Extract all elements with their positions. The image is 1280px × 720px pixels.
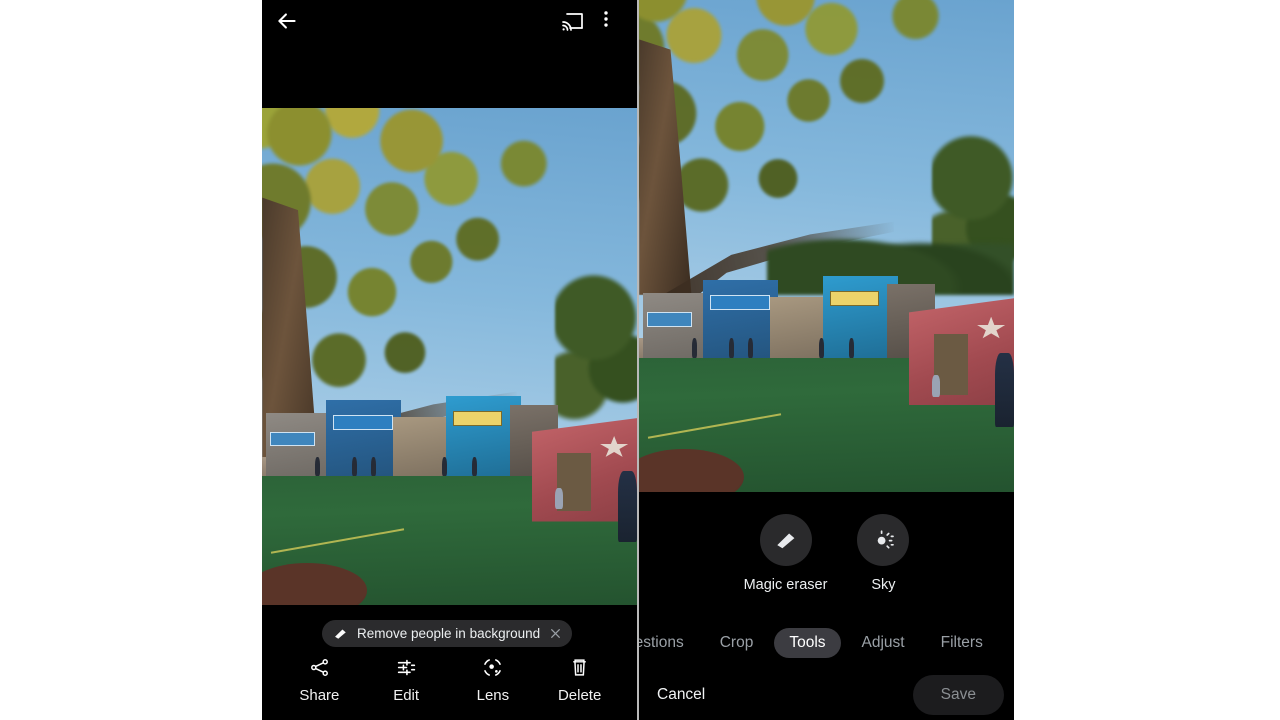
photo-sign-bank <box>333 415 394 430</box>
viewer-action-nav: Share Edit Lens Delete <box>262 657 637 720</box>
share-label: Share <box>299 687 340 704</box>
edit-sliders-icon <box>396 657 417 678</box>
editor-child <box>931 375 940 397</box>
lens-icon <box>482 657 503 678</box>
editor-tab-strip[interactable]: gestions Crop Tools Adjust Filters <box>639 626 1014 660</box>
share-button[interactable]: Share <box>283 657 355 704</box>
editor-sign-left <box>646 312 692 328</box>
photo-viewer-panel: Remove people in background Share Edit L… <box>262 0 637 720</box>
editor-person <box>729 338 735 358</box>
tool-sky-label: Sky <box>871 577 896 593</box>
editor-adult-right <box>995 353 1014 428</box>
cancel-button[interactable]: Cancel <box>657 680 705 710</box>
delete-label: Delete <box>557 687 602 704</box>
tab-adjust[interactable]: Adjust <box>847 628 920 658</box>
photo-person <box>472 456 478 476</box>
sky-icon[interactable] <box>857 514 910 566</box>
tool-sky[interactable]: Sky <box>857 514 910 593</box>
photo-playground-scene <box>262 396 637 605</box>
photo-editor-panel: Magic eraser Sky ges <box>639 0 1014 720</box>
magic-eraser-icon <box>333 626 348 641</box>
tool-magic-eraser-label: Magic eraser <box>743 577 828 593</box>
suggestion-chip-label: Remove people in background <box>357 626 541 641</box>
screenshot-canvas: Remove people in background Share Edit L… <box>0 0 1280 720</box>
trash-icon <box>569 657 590 678</box>
edit-label: Edit <box>393 687 420 704</box>
photo-child <box>554 488 563 509</box>
close-icon[interactable] <box>549 627 562 640</box>
lens-label: Lens <box>476 687 510 704</box>
suggestion-chip-remove-people[interactable]: Remove people in background <box>322 620 573 647</box>
viewer-bottom-bar: Remove people in background Share Edit L… <box>262 605 637 720</box>
photo-sign-left <box>269 431 315 447</box>
editor-building-blue-left <box>702 279 778 358</box>
editor-person <box>819 338 825 358</box>
editor-preview-image[interactable] <box>639 0 1014 492</box>
magic-eraser-icon[interactable] <box>759 514 812 566</box>
tab-suggestions[interactable]: gestions <box>639 628 699 658</box>
photo-image[interactable] <box>262 108 637 605</box>
editor-playground-scene <box>639 275 1014 492</box>
photo-sign-hotel <box>453 410 502 426</box>
editor-sign-hotel <box>830 290 879 306</box>
viewer-top-bar <box>262 0 637 108</box>
cast-icon[interactable] <box>561 9 585 33</box>
editor-star-decoration <box>977 316 1006 339</box>
editor-sign-bank <box>710 295 771 311</box>
overflow-menu-icon[interactable] <box>595 8 617 34</box>
photo-building-blue-left <box>325 400 401 476</box>
editor-person <box>747 338 753 358</box>
editor-tools-tray: Magic eraser Sky <box>639 492 1014 618</box>
photo-star-decoration <box>600 435 629 457</box>
photo-person <box>442 456 448 476</box>
tab-tools[interactable]: Tools <box>774 628 841 658</box>
arrow-left-icon[interactable] <box>274 8 300 34</box>
editor-person <box>691 338 697 358</box>
save-button[interactable]: Save <box>912 675 1004 715</box>
share-icon <box>309 657 330 678</box>
lens-button[interactable]: Lens <box>457 657 529 704</box>
editor-person <box>849 338 855 358</box>
photo-person <box>314 456 320 476</box>
editor-action-bar: Cancel Save <box>639 670 1014 720</box>
editor-tab-bar: gestions Crop Tools Adjust Filters <box>639 618 1014 670</box>
photo-person <box>352 456 358 476</box>
delete-button[interactable]: Delete <box>544 657 616 704</box>
tab-crop[interactable]: Crop <box>705 628 769 658</box>
tool-magic-eraser[interactable]: Magic eraser <box>743 514 828 593</box>
photo-person <box>370 456 376 476</box>
photo-adult-right <box>618 471 637 543</box>
edit-button[interactable]: Edit <box>370 657 442 704</box>
tab-filters[interactable]: Filters <box>926 628 998 658</box>
